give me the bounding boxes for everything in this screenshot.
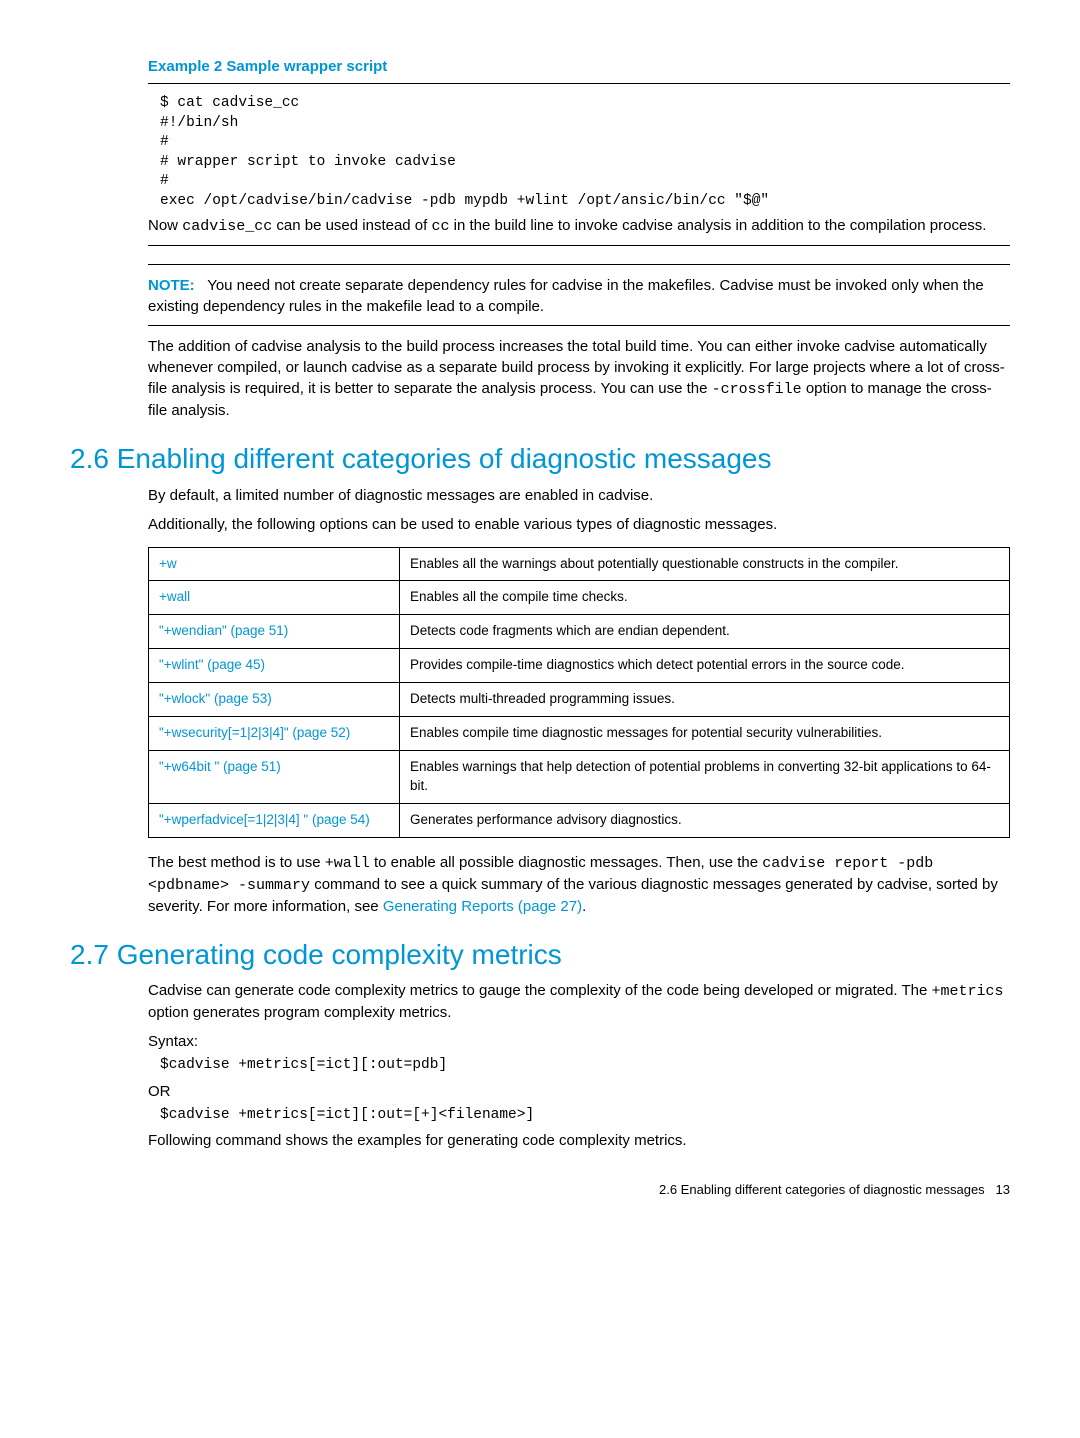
options-table: +w Enables all the warnings about potent… — [148, 547, 1010, 838]
option-name: +w — [159, 556, 177, 571]
option-desc: Enables all the compile time checks. — [400, 581, 1010, 615]
paragraph: Following command shows the examples for… — [148, 1130, 1010, 1151]
paragraph: The best method is to use +wall to enabl… — [148, 852, 1010, 917]
section-heading-2-6: 2.6 Enabling different categories of dia… — [70, 439, 1010, 478]
inline-code: +wall — [325, 855, 370, 872]
text: option generates program complexity metr… — [148, 1004, 451, 1021]
option-desc: Provides compile-time diagnostics which … — [400, 649, 1010, 683]
note-text: You need not create separate dependency … — [148, 277, 984, 315]
divider — [148, 83, 1010, 84]
syntax-label: Syntax: — [148, 1031, 1010, 1052]
code-block-syntax1: $cadvise +metrics[=ict][:out=pdb] — [160, 1056, 1010, 1076]
example-title: Example 2 Sample wrapper script — [148, 56, 1010, 77]
table-row: "+wperfadvice[=1|2|3|4] " (page 54) Gene… — [149, 803, 1010, 837]
inline-code: cadvise_cc — [182, 218, 272, 235]
text: can be used instead of — [272, 217, 431, 234]
option-link[interactable]: "+wlint" (page 45) — [159, 657, 265, 672]
option-link[interactable]: "+wperfadvice[=1|2|3|4] " (page 54) — [159, 812, 370, 827]
code-block-syntax2: $cadvise +metrics[=ict][:out=[+]<filenam… — [160, 1106, 1010, 1126]
paragraph: The addition of cadvise analysis to the … — [148, 336, 1010, 421]
link-generating-reports[interactable]: Generating Reports (page 27) — [383, 898, 582, 915]
or-label: OR — [148, 1081, 1010, 1102]
code-block-wrapper-script: $ cat cadvise_cc #!/bin/sh # # wrapper s… — [160, 94, 1010, 211]
divider — [148, 245, 1010, 246]
option-link[interactable]: "+wendian" (page 51) — [159, 623, 288, 638]
table-row: "+w64bit " (page 51) Enables warnings th… — [149, 750, 1010, 803]
section-heading-2-7: 2.7 Generating code complexity metrics — [70, 935, 1010, 974]
page-footer: 2.6 Enabling different categories of dia… — [70, 1181, 1010, 1199]
option-desc: Enables all the warnings about potential… — [400, 547, 1010, 581]
divider — [148, 325, 1010, 326]
table-row: +wall Enables all the compile time check… — [149, 581, 1010, 615]
table-row: "+wsecurity[=1|2|3|4]" (page 52) Enables… — [149, 717, 1010, 751]
table-row: +w Enables all the warnings about potent… — [149, 547, 1010, 581]
table-row: "+wlock" (page 53) Detects multi-threade… — [149, 683, 1010, 717]
option-link[interactable]: "+wsecurity[=1|2|3|4]" (page 52) — [159, 725, 350, 740]
option-desc: Generates performance advisory diagnosti… — [400, 803, 1010, 837]
example-after-text: Now cadvise_cc can be used instead of cc… — [148, 215, 1010, 237]
text: Cadvise can generate code complexity met… — [148, 982, 932, 999]
inline-code: +metrics — [932, 983, 1004, 1000]
option-link[interactable]: "+wlock" (page 53) — [159, 691, 272, 706]
option-desc: Detects code fragments which are endian … — [400, 615, 1010, 649]
paragraph: Additionally, the following options can … — [148, 514, 1010, 535]
option-name: +wall — [159, 589, 190, 604]
table-row: "+wlint" (page 45) Provides compile-time… — [149, 649, 1010, 683]
inline-code: -crossfile — [712, 381, 802, 398]
table-row: "+wendian" (page 51) Detects code fragme… — [149, 615, 1010, 649]
option-desc: Detects multi-threaded programming issue… — [400, 683, 1010, 717]
inline-code: cc — [431, 218, 449, 235]
footer-page-number: 13 — [996, 1182, 1010, 1197]
divider — [148, 264, 1010, 265]
text: . — [582, 898, 586, 915]
note-label: NOTE: — [148, 277, 195, 294]
option-desc: Enables warnings that help detection of … — [400, 750, 1010, 803]
note-block: NOTE: You need not create separate depen… — [148, 275, 1010, 317]
footer-section: 2.6 Enabling different categories of dia… — [659, 1182, 985, 1197]
text: in the build line to invoke cadvise anal… — [450, 217, 987, 234]
text: to enable all possible diagnostic messag… — [370, 854, 762, 871]
text: The best method is to use — [148, 854, 325, 871]
text: Now — [148, 217, 182, 234]
paragraph: By default, a limited number of diagnost… — [148, 485, 1010, 506]
option-link[interactable]: "+w64bit " (page 51) — [159, 759, 281, 774]
option-desc: Enables compile time diagnostic messages… — [400, 717, 1010, 751]
paragraph: Cadvise can generate code complexity met… — [148, 980, 1010, 1023]
